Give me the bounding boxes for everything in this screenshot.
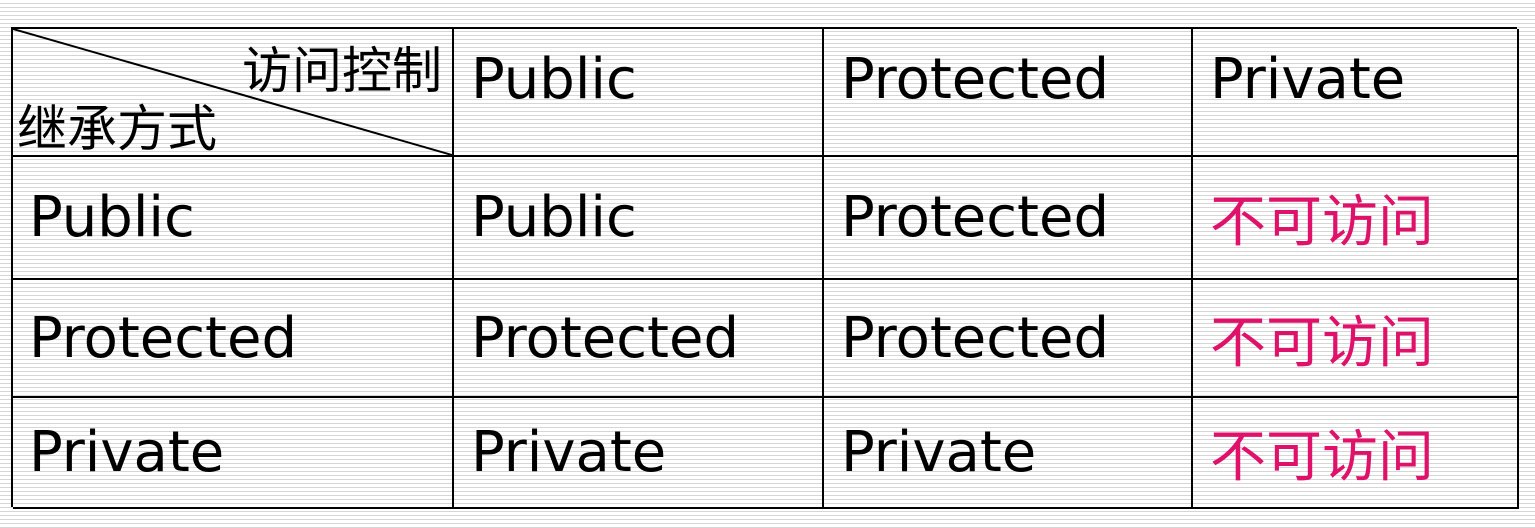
column-header-protected: Protected: [824, 29, 1193, 157]
cell-value: Protected: [471, 305, 739, 371]
table-cell: Public: [454, 157, 824, 280]
inaccessible-value: 不可访问: [1210, 190, 1434, 255]
inaccessible-value: 不可访问: [1210, 310, 1434, 376]
cell-value: Private: [841, 420, 1037, 485]
table-cell: Protected: [824, 157, 1193, 280]
row-header-label: Public: [29, 185, 195, 250]
column-header-private: Private: [1193, 29, 1519, 157]
table-cell: Private: [454, 398, 824, 509]
table-cell: 不可访问: [1193, 280, 1519, 398]
column-header-public: Public: [454, 29, 824, 157]
column-header-label: Public: [471, 47, 637, 112]
cell-value: Public: [471, 185, 637, 250]
row-header-private: Private: [13, 398, 454, 509]
row-header-label: Private: [29, 420, 225, 485]
table-cell: 不可访问: [1193, 157, 1519, 280]
table-cell: 不可访问: [1193, 398, 1519, 509]
access-table: 访问控制 继承方式 Public Protected Private Publi…: [11, 27, 1519, 509]
row-header-public: Public: [13, 157, 454, 280]
corner-header-cell: 访问控制 继承方式: [13, 29, 454, 157]
table-cell: Private: [824, 398, 1193, 509]
column-header-label: Private: [1210, 47, 1406, 112]
cell-value: Protected: [841, 185, 1109, 250]
table-cell: Protected: [824, 280, 1193, 398]
cell-value: Private: [471, 420, 667, 485]
column-header-label: Protected: [841, 47, 1109, 112]
row-header-protected: Protected: [13, 280, 454, 398]
inheritance-mode-label: 继承方式: [17, 100, 217, 157]
table-cell: Protected: [454, 280, 824, 398]
access-control-label: 访问控制: [242, 42, 442, 100]
cell-value: Protected: [841, 305, 1109, 371]
row-header-label: Protected: [29, 305, 297, 371]
inaccessible-value: 不可访问: [1210, 425, 1434, 490]
